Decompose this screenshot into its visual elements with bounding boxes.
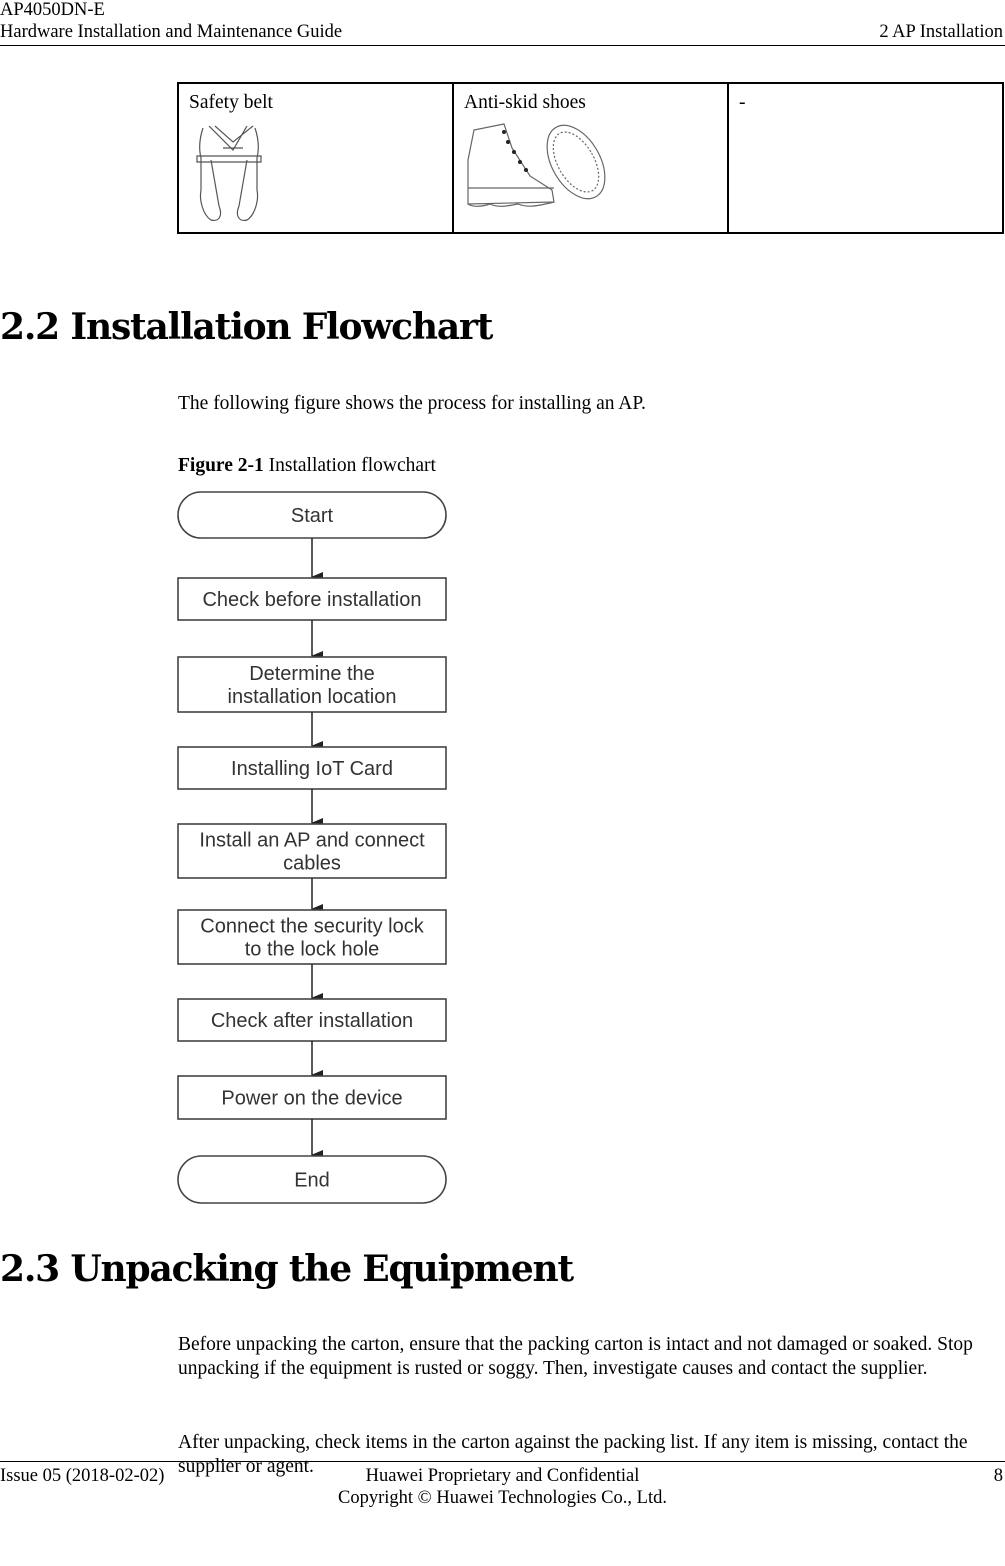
tools-table: Safety belt Anti-skid shoes - [177, 82, 1004, 234]
flowchart-step-label: Check after installation [211, 1010, 413, 1032]
header-product: AP4050DN-E [0, 0, 105, 20]
flowchart-step-label: Power on the device [221, 1088, 402, 1110]
anti-skid-shoes-icon [467, 123, 606, 207]
table-row: Safety belt Anti-skid shoes - [177, 82, 1004, 234]
flowchart-step: Check before installation [177, 577, 447, 621]
header-chapter: 2 AP Installation [879, 22, 1003, 42]
flowchart-step-label: Determine the [249, 663, 375, 685]
flowchart-terminal: Start [177, 491, 447, 539]
flowchart-step: Installing IoT Card [177, 746, 447, 790]
section-heading-2-3: 2.3 Unpacking the Equipment [0, 1248, 574, 1290]
safety-belt-icon [196, 125, 262, 221]
figure-caption: Figure 2-1 Installation flowchart [178, 454, 436, 478]
flowchart-step-label: Start [291, 505, 334, 527]
flowchart-step-label: Install an AP and connect [199, 830, 425, 852]
tool-label: Safety belt [189, 92, 273, 113]
flowchart-step: Power on the device [177, 1075, 447, 1120]
flowchart-terminal: End [177, 1155, 447, 1204]
installation-flowchart: Start Check before installation Determine … [177, 491, 447, 1204]
flowchart-step-label: to the lock hole [245, 939, 380, 961]
flowchart-step-label: Installing IoT Card [231, 758, 393, 780]
footer-confidential: Huawei Proprietary and Confidential [365, 1466, 640, 1486]
flowchart-step: Connect the security lockto the lock hol… [177, 909, 447, 965]
flowchart-step: Determine theinstallation location [177, 656, 447, 713]
flowchart-step-label: Check before installation [202, 589, 421, 611]
flowchart-step: Install an AP and connectcables [177, 823, 447, 879]
footer-divider [0, 1461, 1005, 1462]
section-2-3-paragraph: Before unpacking the carton, ensure that… [178, 1334, 973, 1379]
header-guide-title: Hardware Installation and Maintenance Gu… [0, 22, 343, 42]
section-heading-2-2: 2.2 Installation Flowchart [0, 306, 493, 348]
tool-label: - [739, 92, 746, 113]
footer-page-number: 8 [993, 1466, 1003, 1486]
footer-copyright: Copyright © Huawei Technologies Co., Ltd… [338, 1488, 667, 1508]
flowchart-step-label: End [294, 1170, 330, 1192]
flowchart-step: Check after installation [177, 998, 447, 1042]
flowchart-step-label: installation location [228, 686, 397, 708]
flowchart-step-label: Connect the security lock [200, 916, 424, 938]
tool-label: Anti-skid shoes [464, 92, 586, 113]
figure-title: Installation flowchart [263, 455, 436, 476]
table-cell: - [727, 82, 1004, 234]
section-2-2-intro: The following figure shows the process f… [178, 393, 646, 414]
figure-label: Figure 2-1 [178, 455, 264, 476]
header-divider [0, 45, 1005, 46]
table-cell: Safety belt [177, 82, 454, 234]
table-cell: Anti-skid shoes [452, 82, 729, 234]
flowchart-step-label: cables [283, 853, 341, 875]
